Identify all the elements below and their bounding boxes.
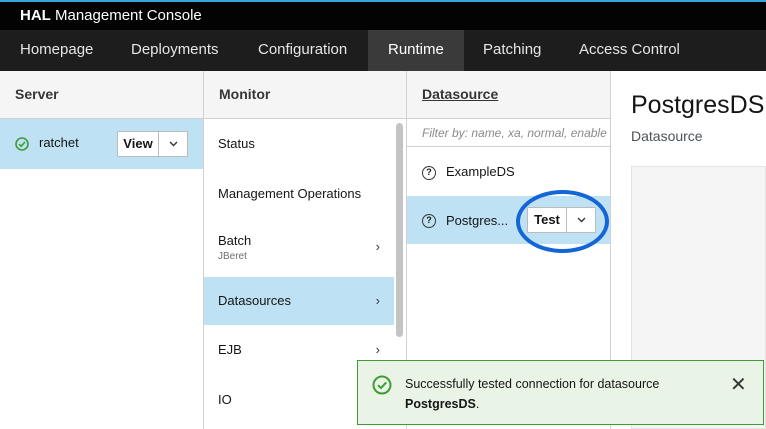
server-column: Server ratchet View <box>0 71 204 429</box>
brand-name: Management Console <box>50 7 202 24</box>
datasource-filter-input[interactable]: Filter by: name, xa, normal, enable <box>407 119 610 147</box>
monitor-item-label: Management Operations <box>218 186 362 201</box>
chevron-down-icon <box>169 141 178 147</box>
monitor-item-batch[interactable]: Batch JBeret › <box>204 223 394 273</box>
nav-patching[interactable]: Patching <box>463 30 561 71</box>
monitor-item-label: Batch <box>218 233 252 248</box>
nav-homepage[interactable]: Homepage <box>0 30 113 71</box>
datasource-column-header[interactable]: Datasource <box>407 71 610 119</box>
monitor-item-datasources[interactable]: Datasources › <box>204 277 394 325</box>
monitor-item-status[interactable]: Status <box>204 119 394 169</box>
monitor-item-label: EJB <box>218 342 242 357</box>
toast-message: Successfully tested connection for datas… <box>405 374 705 414</box>
server-name: ratchet <box>39 135 79 150</box>
monitor-item-management-operations[interactable]: Management Operations <box>204 169 394 219</box>
ok-circle-icon <box>372 375 392 400</box>
nav-deployments[interactable]: Deployments <box>111 30 239 71</box>
ok-circle-icon <box>15 137 29 156</box>
annotation-highlight-ring <box>516 190 609 253</box>
server-item-ratchet[interactable]: ratchet View <box>0 119 203 169</box>
masthead: HAL Management Console <box>0 0 766 30</box>
server-column-header: Server <box>0 71 203 119</box>
brand-bold: HAL <box>20 7 51 24</box>
nav-access-control[interactable]: Access Control <box>559 30 700 71</box>
detail-subtitle: Datasource <box>631 128 703 144</box>
chevron-right-icon: › <box>375 293 380 308</box>
monitor-item-label: Status <box>218 136 255 151</box>
toast-suffix: . <box>475 397 480 411</box>
question-circle-icon: ? <box>422 166 436 180</box>
question-circle-icon: ? <box>422 214 436 228</box>
server-actions-dropdown[interactable] <box>158 132 187 156</box>
toast-message-text: Successfully tested connection for datas… <box>405 377 660 391</box>
detail-title: PostgresDS <box>631 91 765 119</box>
app-brand[interactable]: HAL Management Console <box>20 7 202 24</box>
monitor-item-sublabel: JBeret <box>218 251 247 262</box>
success-toast: Successfully tested connection for datas… <box>357 360 764 425</box>
datasource-item-exampleds[interactable]: ? ExampleDS <box>407 148 610 196</box>
datasource-name: ExampleDS <box>446 164 515 179</box>
chevron-right-icon: › <box>375 239 380 254</box>
monitor-scrollbar[interactable] <box>396 123 403 337</box>
main-navigation: Homepage Deployments Configuration Runti… <box>0 30 766 71</box>
toast-target: PostgresDS <box>405 397 476 411</box>
nav-runtime[interactable]: Runtime <box>368 30 464 71</box>
server-action-group: View <box>117 131 188 157</box>
monitor-column-header: Monitor <box>204 71 406 119</box>
monitor-item-label: IO <box>218 392 232 407</box>
view-button[interactable]: View <box>118 132 158 156</box>
datasource-name: Postgres... <box>446 213 509 228</box>
close-icon[interactable]: ✕ <box>730 372 747 397</box>
monitor-item-label: Datasources <box>218 293 291 308</box>
nav-configuration[interactable]: Configuration <box>238 30 367 71</box>
